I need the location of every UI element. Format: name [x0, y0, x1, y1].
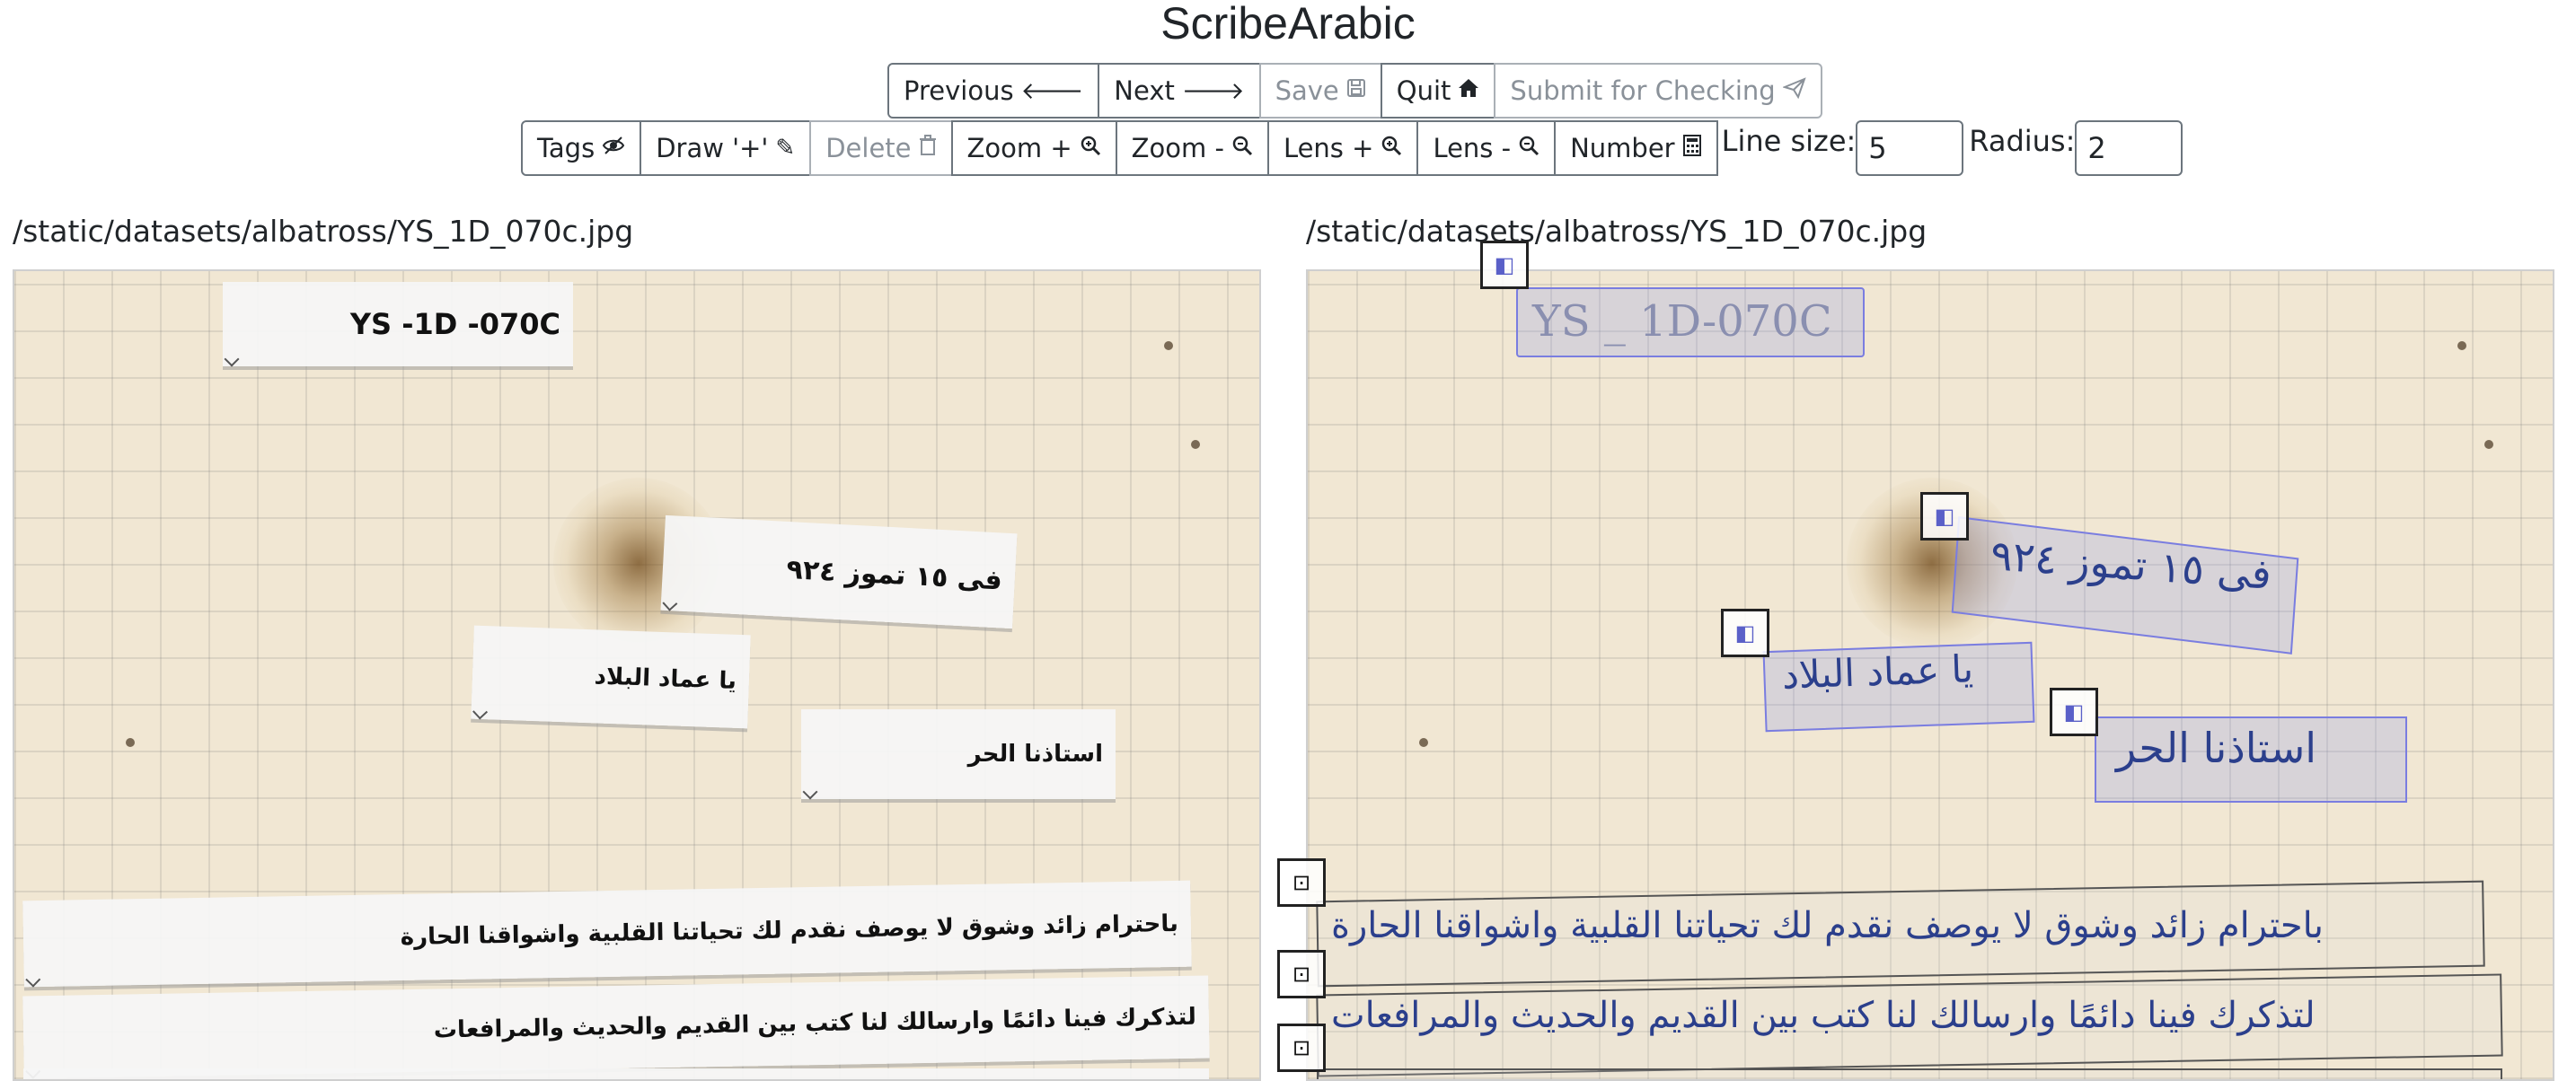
- collapse-left-icon[interactable]: ◧: [1480, 241, 1529, 289]
- submit-for-checking-button[interactable]: Submit for Checking: [1494, 63, 1822, 119]
- pencil-icon: ✎: [775, 135, 796, 162]
- handwriting-line: لتذكرك فينا دائمًا وارسالك لنا كتب بين ا…: [1331, 995, 2316, 1036]
- resize-handle-icon: [472, 704, 489, 720]
- caret-down-icon[interactable]: ⊡: [1277, 950, 1326, 998]
- next-button[interactable]: Next 🡒: [1098, 63, 1261, 119]
- home-icon: [1458, 77, 1479, 104]
- line-polygon[interactable]: [1317, 1068, 2502, 1079]
- lens-in-button[interactable]: Lens +: [1266, 120, 1419, 176]
- zoom-out-button[interactable]: Zoom -: [1115, 120, 1269, 176]
- transcription-text: باحترام زائد وشوق لا يوصف نقدم لك تحياتن…: [400, 910, 1179, 952]
- transcription-text: لتذكرك فينا دائمًا وارسالك لنا كتب بين ا…: [433, 1003, 1197, 1044]
- paper-spot: [126, 738, 135, 747]
- resize-handle-icon: [802, 784, 818, 800]
- arrow-left-icon: 🡐: [1020, 77, 1084, 105]
- paper-spot: [1164, 341, 1173, 350]
- delete-button[interactable]: Delete: [809, 120, 953, 176]
- eye-slash-icon: [602, 135, 625, 162]
- draw-label: Draw '+': [656, 133, 769, 163]
- quit-label: Quit: [1396, 75, 1451, 106]
- next-label: Next: [1114, 75, 1175, 106]
- handwriting-line: يا عماد البلاد: [1781, 646, 1974, 698]
- lens-in-icon: [1381, 135, 1402, 163]
- collapse-left-icon[interactable]: ◧: [1721, 609, 1769, 657]
- handwriting-line: باحترام زائد وشوق لا يوصف نقدم لك تحياتن…: [1331, 905, 2324, 946]
- resize-handle-icon: [662, 595, 678, 611]
- paper-spot: [1419, 738, 1428, 747]
- zoom-in-label: Zoom +: [966, 133, 1072, 163]
- edit-toolbar: Tags Draw '+' ✎ Delete Zoom + Zoom - Len…: [521, 120, 2183, 176]
- transcription-panel[interactable]: YS -1D -070C فى ١٥ تموز ٩٢٤ يا عماد البل…: [13, 269, 1261, 1081]
- tags-label: Tags: [537, 133, 595, 163]
- floppy-icon: [1346, 77, 1366, 104]
- previous-label: Previous: [904, 75, 1014, 106]
- number-button[interactable]: Number: [1554, 120, 1718, 176]
- lens-out-button[interactable]: Lens -: [1416, 120, 1557, 176]
- delete-label: Delete: [825, 133, 912, 163]
- transcription-text: يا عماد البلاد: [594, 663, 737, 695]
- transcription-box[interactable]: فى ١٥ تموز ٩٢٤: [660, 514, 1018, 629]
- transcription-box[interactable]: لتذكرك فينا دائمًا وارسالك لنا كتب بين ا…: [22, 975, 1210, 1079]
- zoom-out-icon: [1231, 135, 1253, 163]
- handwriting-line: YS _ 1D-070C: [1532, 296, 1832, 347]
- app-title: ScribeArabic: [1160, 0, 1416, 48]
- quit-button[interactable]: Quit: [1380, 63, 1496, 119]
- transcription-text: استاذنا الحر: [967, 741, 1103, 768]
- calculator-icon: [1682, 134, 1702, 163]
- transcription-box[interactable]: استاذنا الحر: [801, 709, 1116, 800]
- transcription-text: YS -1D -070C: [349, 307, 560, 341]
- collapse-left-icon[interactable]: ◧: [2050, 688, 2098, 736]
- collapse-left-icon[interactable]: ◧: [1920, 492, 1969, 540]
- zoom-in-button[interactable]: Zoom +: [950, 120, 1117, 176]
- number-label: Number: [1570, 133, 1675, 163]
- caret-down-icon[interactable]: ⊡: [1277, 1024, 1326, 1072]
- transcription-text: فى ١٥ تموز ٩٢٤: [785, 553, 1003, 597]
- transcription-box[interactable]: يا عماد البلاد: [471, 625, 751, 729]
- save-button[interactable]: Save: [1258, 63, 1382, 119]
- paper-spot: [2457, 341, 2466, 350]
- image-panel[interactable]: YS _ 1D-070C فى ١٥ تموز ٩٢٤ يا عماد البل…: [1306, 269, 2554, 1081]
- line-size-label: Line size:: [1721, 124, 1857, 158]
- resize-handle-icon: [224, 351, 240, 367]
- send-icon: [1781, 76, 1806, 105]
- radius-label: Radius:: [1969, 124, 2076, 158]
- zoom-in-icon: [1080, 135, 1101, 163]
- transcription-box[interactable]: باحترام زائد وشوق لا يوصف نقدم لك تحياتن…: [22, 880, 1192, 988]
- submit-label: Submit for Checking: [1510, 75, 1776, 106]
- line-size-input[interactable]: [1856, 120, 1964, 176]
- navigation-toolbar: Previous 🡐 Next 🡒 Save Quit Submit for C…: [887, 63, 1822, 119]
- paper-spot: [2484, 440, 2493, 449]
- right-image-path: /static/datasets/albatross/YS_1D_070c.jp…: [1306, 214, 1928, 249]
- zoom-out-label: Zoom -: [1131, 133, 1224, 163]
- previous-button[interactable]: Previous 🡐: [887, 63, 1100, 119]
- transcription-box[interactable]: YS -1D -070C: [223, 282, 573, 367]
- paper-spot: [1191, 440, 1200, 449]
- caret-down-icon[interactable]: ⊡: [1277, 858, 1326, 907]
- save-label: Save: [1275, 75, 1339, 106]
- left-image-path: /static/datasets/albatross/YS_1D_070c.jp…: [13, 214, 634, 249]
- arrow-right-icon: 🡒: [1181, 77, 1245, 105]
- resize-handle-icon: [25, 971, 41, 988]
- handwriting-line: استاذنا الحر: [2116, 724, 2317, 772]
- tags-button[interactable]: Tags: [521, 120, 642, 176]
- lens-out-label: Lens -: [1433, 133, 1512, 163]
- lens-in-label: Lens +: [1283, 133, 1374, 163]
- trash-icon: [919, 134, 937, 163]
- draw-button[interactable]: Draw '+' ✎: [640, 120, 812, 176]
- radius-input[interactable]: [2075, 120, 2183, 176]
- lens-out-icon: [1518, 135, 1539, 163]
- transcription-box[interactable]: [23, 1068, 1209, 1079]
